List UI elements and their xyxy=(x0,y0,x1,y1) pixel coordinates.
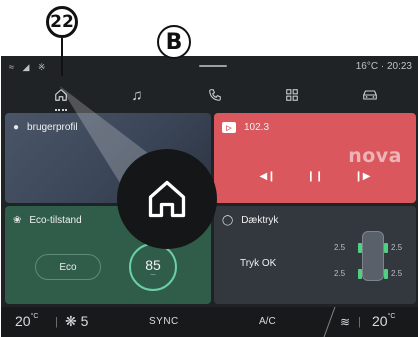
tyre-rear-right-value: 2.5 xyxy=(391,269,403,278)
phone-icon xyxy=(209,89,221,101)
radio-icon: ▷ xyxy=(222,122,236,133)
nav-car-button[interactable] xyxy=(355,80,385,110)
active-indicator xyxy=(55,109,67,111)
home-callout-magnifier xyxy=(117,149,217,249)
passenger-temp-value: 20 xyxy=(372,313,388,329)
home-icon-large xyxy=(148,180,186,218)
callout-22-label: 22 xyxy=(46,6,78,38)
station-logo: nova xyxy=(348,145,402,167)
eco-mode-button[interactable]: Eco xyxy=(35,254,101,280)
callout-22-leader-line xyxy=(61,38,63,76)
tyre-rear-right xyxy=(384,269,388,279)
tyre-front-left xyxy=(358,243,362,253)
nav-phone-button[interactable] xyxy=(200,80,230,110)
nav-apps-button[interactable] xyxy=(277,80,307,110)
eco-score-gauge: 85 — xyxy=(129,243,177,291)
tyre-front-left-value: 2.5 xyxy=(334,243,346,252)
leaf-icon: ❀ xyxy=(13,215,22,226)
car-icon xyxy=(363,90,377,100)
tyre-front-right xyxy=(384,243,388,253)
status-icons: ≈ ◢ ※ xyxy=(9,62,48,73)
tyre-rear-left-value: 2.5 xyxy=(334,269,346,278)
tyre-tile-header: ◯ Dæktryk xyxy=(222,215,278,226)
fan-speed-button[interactable]: ❋ 5 xyxy=(65,313,88,330)
profile-tile-header: ● brugerprofil xyxy=(13,122,78,133)
tyre-rear-left xyxy=(358,269,362,279)
ac-button[interactable]: A/C xyxy=(259,316,276,327)
profile-tile-label: brugerprofil xyxy=(27,122,78,133)
status-bar: ≈ ◢ ※ 16°C · 20:23 xyxy=(1,56,418,78)
driver-temperature[interactable]: 20°C xyxy=(15,313,38,329)
eco-tile-label: Eco-tilstand xyxy=(29,215,82,226)
radio-tile[interactable]: ▷ 102.3 nova ◀❙ ❙❙ ❙▶ xyxy=(214,113,416,203)
radio-tile-header: ▷ 102.3 xyxy=(222,122,269,133)
status-right: 16°C · 20:23 xyxy=(356,61,412,72)
climate-separator-right: | xyxy=(358,316,361,328)
radio-frequency: 102.3 xyxy=(244,122,270,133)
fan-icon: ❋ xyxy=(65,313,77,329)
apps-grid-icon xyxy=(286,89,298,101)
seat-heating-button[interactable]: ≋ xyxy=(340,315,350,329)
clock: 20:23 xyxy=(386,61,412,72)
previous-track-button[interactable]: ◀❙ xyxy=(260,171,276,182)
driver-temp-value: 20 xyxy=(15,313,31,329)
main-nav-bar: ♫ xyxy=(1,78,418,112)
radio-controls: ◀❙ ❙❙ ❙▶ xyxy=(214,171,416,182)
sync-button[interactable]: SYNC xyxy=(149,316,179,327)
tyre-status-text: Tryk OK xyxy=(240,258,277,269)
multimedia-screen: ≈ ◢ ※ 16°C · 20:23 ♫ ● brugerprofil ▷ 10… xyxy=(1,56,418,337)
driver-temp-unit: °C xyxy=(30,313,39,320)
tyre-tile-label: Dæktryk xyxy=(241,215,279,226)
tyre-icon: ◯ xyxy=(222,215,234,226)
passenger-temp-unit: °C xyxy=(387,313,396,320)
climate-separator: | xyxy=(55,316,58,328)
bluetooth-icon: ※ xyxy=(37,62,49,72)
fan-level: 5 xyxy=(80,313,89,329)
eco-score-value: 85 xyxy=(145,256,161,273)
pause-button[interactable]: ❙❙ xyxy=(307,171,324,182)
outside-temperature: 16°C xyxy=(355,61,379,72)
tyre-pressure-tile[interactable]: ◯ Dæktryk Tryk OK 2.5 2.5 2.5 2.5 xyxy=(214,206,416,304)
next-track-button[interactable]: ❙▶ xyxy=(354,171,370,182)
callout-b-label: B xyxy=(157,25,191,59)
music-icon: ♫ xyxy=(131,86,143,104)
eco-score-unit: — xyxy=(150,271,156,278)
seat-icon: ≋ xyxy=(340,315,351,329)
signal-icon: ◢ xyxy=(22,62,33,72)
eco-tile-header: ❀ Eco-tilstand xyxy=(13,215,82,226)
eco-mode-label: Eco xyxy=(59,261,77,273)
tyre-front-right-value: 2.5 xyxy=(391,243,403,252)
wifi-icon: ≈ xyxy=(9,62,17,72)
nav-music-button[interactable]: ♫ xyxy=(122,80,152,110)
user-icon: ● xyxy=(13,122,20,133)
passenger-temperature[interactable]: 20°C xyxy=(372,313,395,329)
climate-bar: 20°C | ❋ 5 SYNC A/C ≋ | 20°C xyxy=(1,307,418,337)
car-top-view xyxy=(362,231,384,281)
notification-drag-handle[interactable] xyxy=(199,65,227,67)
